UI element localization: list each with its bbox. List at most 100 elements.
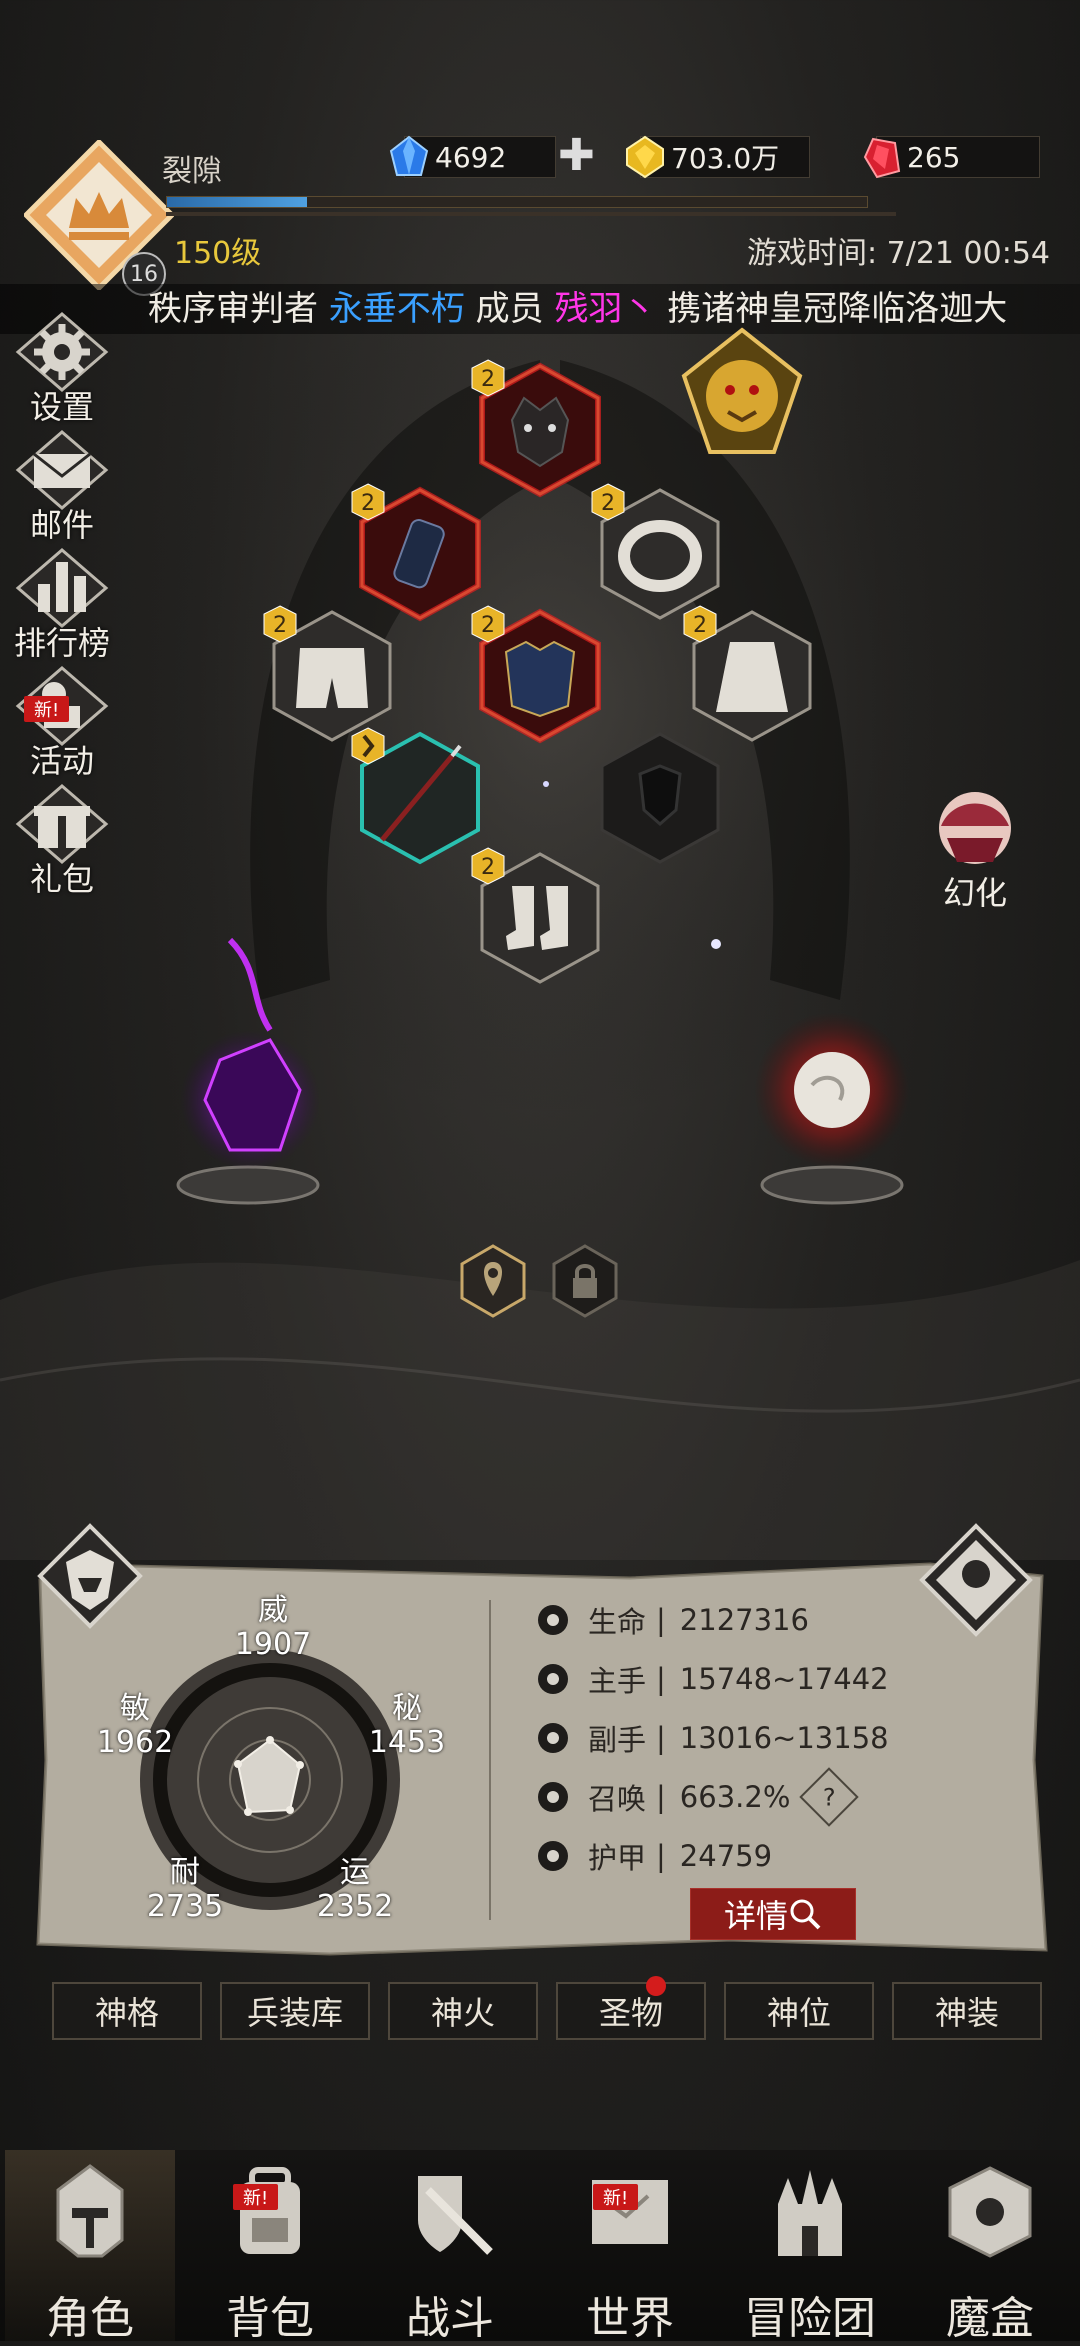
lock-button[interactable] [552,1244,618,1318]
mail-button[interactable]: 邮件 [12,430,112,544]
stat-name: 召唤 [588,1782,647,1816]
nav-world-label: 世界 [586,2293,674,2344]
attr-mi-name: 秘 [392,1691,422,1726]
equip-slot-emblem[interactable] [674,326,810,462]
stat-row: 召唤 | 663.2%? [536,1767,860,1827]
stat-value: 13016~13158 [679,1721,889,1755]
stat-separator: | [656,1780,666,1814]
ticker-text-3: 携诸神皇冠降临洛迦大 [667,289,1008,329]
equip-slot-gloves[interactable]: 2 [351,483,488,622]
slot-level: 2 [361,491,375,516]
gold-gem-icon [626,135,664,179]
stat-separator: | [656,1721,666,1755]
blue-gem-counter[interactable]: 4692 [389,135,556,178]
sword-shield-icon [418,2176,493,2255]
equip-slot-pants[interactable]: 2 [263,605,400,744]
nav-world[interactable]: 新! 世界 [545,2150,715,2344]
heart-icon [538,1605,568,1635]
stat-value: 663.2% [679,1780,791,1814]
nav-team-label: 冒险团 [744,2293,876,2344]
blue-gem-icon [389,135,429,176]
notification-dot [646,1976,666,1996]
tab-divine-gear[interactable]: 神装 [892,1982,1042,2040]
ranking-label: 排行榜 [13,624,110,662]
nav-role[interactable]: 角色 [5,2150,175,2344]
nav-bag[interactable]: 新! 背包 [185,2150,355,2344]
attr-wei: 威 1907 [228,1594,318,1662]
tab-divine-fire[interactable]: 神火 [388,1982,538,2040]
equip-slot-boots[interactable]: 2 [471,847,608,986]
location-button[interactable] [460,1244,526,1318]
gold-gem-counter[interactable]: 703.0万 [626,135,810,179]
equip-slot-armor[interactable]: 2 [471,605,608,744]
tab-relic[interactable]: 圣物 [556,1976,706,2040]
attr-min-value: 1962 [96,1725,174,1760]
tab-armory[interactable]: 兵装库 [220,1982,370,2040]
mail-icon [15,430,109,510]
equip-slot-ring[interactable]: 2 [591,483,728,622]
nav-team[interactable]: 冒险团 [725,2150,895,2344]
ticker-guild: 永垂不朽 [328,289,465,329]
nav-battle-label: 战斗 [406,2293,494,2344]
ranking-button[interactable]: 排行榜 [12,548,112,662]
attr-wei-value: 1907 [234,1627,312,1662]
slot-level: 2 [601,491,615,516]
stat-row: 主手 | 15748~17442 [536,1657,889,1701]
transform-button[interactable]: 幻化 [920,786,1030,914]
stat-row: 副手 | 13016~13158 [536,1716,889,1760]
slot-level: 2 [273,613,287,638]
off-hand-icon [538,1723,568,1753]
nav-box-label: 魔盒 [946,2293,1034,2344]
stat-name: 副手 [588,1723,647,1757]
equip-slot-head[interactable]: 2 [471,359,608,498]
attr-mi: 秘 1453 [362,1692,452,1760]
attr-nai-value: 2735 [146,1889,224,1924]
chest-armor-icon [504,640,576,718]
attr-yun-value: 2352 [316,1889,394,1924]
stat-value: 2127316 [679,1603,809,1637]
settings-button[interactable]: 设置 [12,312,112,426]
red-gem-counter[interactable]: 265 [863,136,1040,179]
transform-label: 幻化 [942,874,1007,912]
tab-label: 神格 [94,1994,159,2032]
events-button[interactable]: 新! 活动 [12,666,112,780]
slot-level: 2 [693,613,707,638]
stat-row: 护甲 | 24759 [536,1834,772,1878]
nav-battle[interactable]: 战斗 [365,2150,535,2344]
attr-yun: 运 2352 [310,1856,400,1924]
rank-emblem-icon[interactable] [918,1522,1034,1638]
castle-icon [778,2170,842,2256]
attr-min-name: 敏 [120,1691,150,1726]
attr-nai: 耐 2735 [140,1856,230,1924]
equip-slot-offhand-empty[interactable] [592,730,728,866]
magnifier-icon [790,1899,821,1930]
details-button[interactable]: 详情 [690,1888,856,1940]
tab-divine-rank[interactable]: 神位 [724,1982,874,2040]
main-hand-icon [538,1664,568,1694]
attr-wei-name: 威 [258,1593,288,1628]
attr-yun-name: 运 [340,1855,370,1890]
attr-mi-value: 1453 [368,1725,446,1760]
lock-icon [573,1278,597,1298]
class-emblem-icon[interactable] [36,1522,144,1630]
player-name: 裂隙 [162,154,222,189]
summon-help-icon[interactable]: ? [799,1767,860,1827]
broadcast-ticker: 秩序审判者 永垂不朽 成员 残羽丶 携诸神皇冠降临洛迦大 [0,284,1080,334]
tab-label: 神位 [766,1994,831,2032]
stat-name: 生命 [588,1605,647,1639]
nav-role-label: 角色 [46,2293,134,2344]
gift-button[interactable]: 礼包 [12,784,112,898]
backpack-icon [240,2167,300,2254]
add-currency-button[interactable]: ✚ [558,134,595,178]
nav-box[interactable]: 魔盒 [905,2150,1075,2344]
red-gem-value: 265 [907,140,961,174]
exp-bar-fill [167,197,307,207]
equip-slot-cloak[interactable]: 2 [683,605,820,744]
blue-gem-value: 4692 [435,140,507,174]
stat-separator: | [656,1662,666,1696]
stat-separator: | [656,1603,666,1637]
red-gem-icon [863,137,901,179]
gold-gem-value: 703.0万 [671,142,780,175]
tab-divinity[interactable]: 神格 [52,1982,202,2040]
player-level: 150级 [174,236,262,271]
